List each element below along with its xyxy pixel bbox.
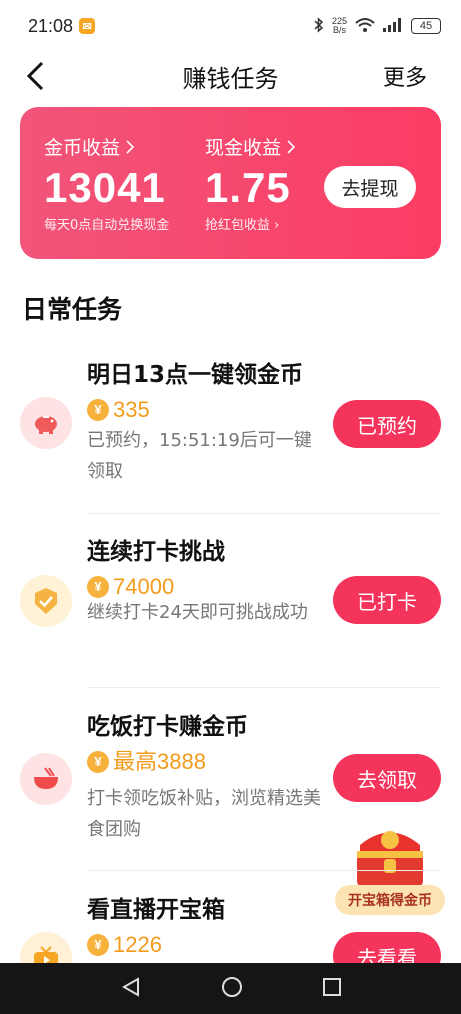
coin-icon: ¥ [87, 398, 109, 421]
clock: 21:08 [28, 15, 74, 36]
status-bar: 21:08 ✉ 225 B/s 45 [0, 0, 461, 52]
status-left: 21:08 ✉ [28, 15, 96, 37]
task-description: 打卡领吃饭补贴，浏览精选美食团购 [87, 788, 321, 840]
task-title: 看直播开宝箱 ¥ 1226 [87, 893, 312, 962]
section-title-daily-tasks: 日常任务 [22, 295, 123, 324]
withdraw-button[interactable]: 去提现 [324, 166, 416, 208]
wifi-icon [355, 17, 375, 36]
cash-earnings[interactable]: 现金收益 1.75 抢红包收益 › [205, 133, 296, 233]
system-navigation-bar [0, 963, 461, 1014]
chevron-right-icon [126, 139, 135, 154]
task-action-button[interactable]: 已预约 [333, 400, 441, 448]
coin-earnings-label: 金币收益 [44, 137, 121, 159]
header: 赚钱任务 更多 [0, 52, 461, 98]
recents-square-icon[interactable] [322, 977, 342, 1001]
cash-earnings-label-row: 现金收益 [205, 133, 296, 160]
cash-earnings-note: 抢红包收益 [205, 218, 271, 233]
chevron-right-icon [287, 139, 296, 154]
task-action-button[interactable]: 已打卡 [333, 576, 441, 624]
task-title: 明日13点一键领金币 ¥ 335 [87, 358, 312, 427]
treasure-chest-icon [357, 831, 423, 887]
coin-earnings-label-row: 金币收益 [44, 133, 169, 160]
task-reward-value: 1226 [113, 931, 162, 957]
net-speed-unit: B/s [332, 25, 346, 35]
network-speed: 225 B/s [332, 17, 347, 35]
task-title-text: 看直播开宝箱 [87, 897, 225, 923]
coin-icon: ¥ [87, 933, 109, 956]
chevron-right-icon: › [274, 218, 280, 233]
divider [87, 687, 441, 688]
more-button[interactable]: 更多 [383, 60, 427, 92]
task-description: 已预约，15:51:19后可一键领取 [87, 430, 312, 482]
task-reward: ¥ 最高3888 [87, 745, 206, 779]
status-right: 225 B/s 45 [314, 17, 441, 36]
cash-earnings-value: 1.75 [205, 164, 291, 211]
divider [87, 513, 441, 514]
divider [87, 870, 441, 871]
checkmark-badge-icon [20, 575, 72, 627]
task-title-text: 吃饭打卡赚金币 [87, 714, 248, 740]
cash-earnings-label: 现金收益 [205, 137, 282, 159]
home-circle-icon[interactable] [221, 976, 243, 1002]
cash-earnings-note-row: 抢红包收益 › [205, 214, 296, 233]
task-description: 继续打卡24天即可挑战成功 [87, 602, 308, 623]
task-reward-value: 最高3888 [113, 748, 206, 774]
earnings-card: 金币收益 13041 每天0点自动兑换现金 现金收益 1.75 抢红包收益 › … [20, 107, 441, 259]
treasure-chest-widget[interactable]: 开宝箱得金币 [335, 815, 445, 915]
task-reward: ¥ 1226 [87, 928, 162, 962]
bluetooth-icon [314, 16, 324, 36]
back-triangle-icon[interactable] [120, 976, 142, 1002]
task-action-button[interactable]: 去领取 [333, 754, 441, 802]
signal-icon [383, 17, 403, 35]
task-title-text: 明日13点一键领金币 [87, 362, 304, 388]
task-title: 吃饭打卡赚金币 ¥ 最高3888 [87, 710, 312, 779]
battery-indicator: 45 [411, 18, 441, 34]
coin-icon: ¥ [87, 750, 109, 773]
task-reward: ¥ 335 [87, 393, 150, 427]
task-title-text: 连续打卡挑战 [87, 539, 225, 565]
food-bowl-icon [20, 753, 72, 805]
coin-earnings-note: 每天0点自动兑换现金 [44, 218, 170, 233]
task-reward-value: 335 [113, 396, 150, 422]
coin-icon: ¥ [87, 575, 109, 598]
coin-earnings-value: 13041 [44, 164, 166, 211]
app-notification-icon: ✉ [79, 18, 96, 34]
piggy-bank-icon [20, 397, 72, 449]
coin-earnings[interactable]: 金币收益 13041 每天0点自动兑换现金 [44, 133, 169, 233]
task-title: 连续打卡挑战 ¥ 74000 [87, 535, 312, 604]
treasure-chest-label: 开宝箱得金币 [335, 885, 445, 915]
